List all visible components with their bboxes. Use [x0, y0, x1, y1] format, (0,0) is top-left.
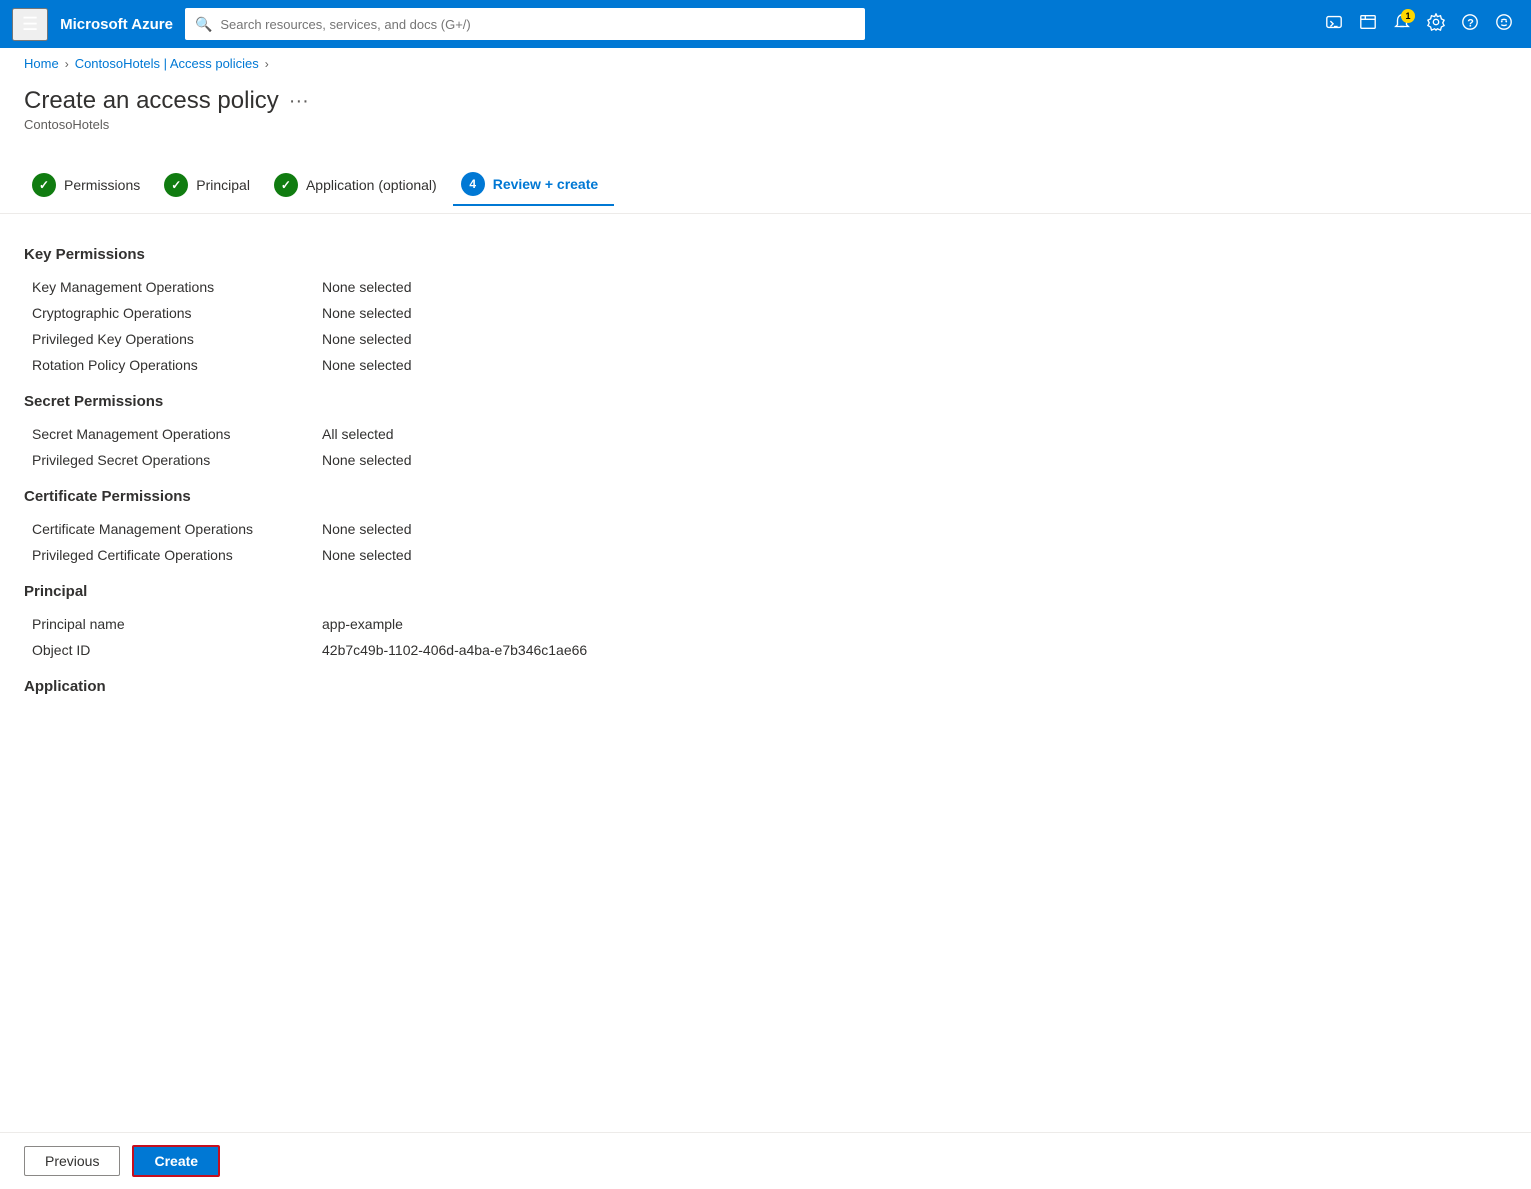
application-section: Application: [24, 678, 1507, 695]
application-title: Application: [24, 678, 1507, 695]
secret-mgmt-label: Secret Management Operations: [32, 426, 322, 442]
principal-name-value: app-example: [322, 616, 403, 632]
page-options-button[interactable]: ···: [289, 90, 309, 113]
hamburger-menu-button[interactable]: ☰: [12, 8, 48, 41]
main-content: Key Permissions Key Management Operation…: [0, 214, 1531, 795]
page-header: Create an access policy ··· ContosoHotel…: [0, 79, 1531, 148]
page-subtitle: ContosoHotels: [24, 117, 1507, 132]
key-permissions-title: Key Permissions: [24, 246, 1507, 263]
wizard-step-principal[interactable]: ✓ Principal: [156, 165, 266, 205]
table-row: Key Management Operations None selected: [24, 279, 1507, 295]
step-label-principal: Principal: [196, 177, 250, 193]
principal-title: Principal: [24, 583, 1507, 600]
step-icon-review: 4: [461, 172, 485, 196]
secret-mgmt-value: All selected: [322, 426, 394, 442]
breadcrumb: Home › ContosoHotels | Access policies ›: [0, 48, 1531, 79]
object-id-label: Object ID: [32, 642, 322, 658]
help-button[interactable]: ?: [1455, 7, 1485, 42]
step-icon-application: ✓: [274, 173, 298, 197]
priv-secret-label: Privileged Secret Operations: [32, 452, 322, 468]
priv-secret-value: None selected: [322, 452, 412, 468]
table-row: Cryptographic Operations None selected: [24, 305, 1507, 321]
cert-mgmt-value: None selected: [322, 521, 412, 537]
step-label-application: Application (optional): [306, 177, 437, 193]
previous-button[interactable]: Previous: [24, 1146, 120, 1176]
top-navigation: ☰ Microsoft Azure 🔍 1 ?: [0, 0, 1531, 48]
wizard-steps: ✓ Permissions ✓ Principal ✓ Application …: [0, 148, 1531, 214]
certificate-permissions-title: Certificate Permissions: [24, 488, 1507, 505]
secret-permissions-title: Secret Permissions: [24, 393, 1507, 410]
key-mgmt-value: None selected: [322, 279, 412, 295]
page-title: Create an access policy: [24, 87, 279, 115]
key-permissions-section: Key Permissions Key Management Operation…: [24, 246, 1507, 373]
table-row: Secret Management Operations All selecte…: [24, 426, 1507, 442]
key-mgmt-label: Key Management Operations: [32, 279, 322, 295]
wizard-step-review[interactable]: 4 Review + create: [453, 164, 614, 206]
table-row: Privileged Secret Operations None select…: [24, 452, 1507, 468]
settings-button[interactable]: [1421, 7, 1451, 42]
object-id-value: 42b7c49b-1102-406d-a4ba-e7b346c1ae66: [322, 642, 587, 658]
cloud-shell-button[interactable]: [1319, 7, 1349, 42]
certificate-permissions-section: Certificate Permissions Certificate Mana…: [24, 488, 1507, 563]
notifications-button[interactable]: 1: [1387, 7, 1417, 42]
wizard-step-permissions[interactable]: ✓ Permissions: [24, 165, 156, 205]
table-row: Object ID 42b7c49b-1102-406d-a4ba-e7b346…: [24, 642, 1507, 658]
priv-key-value: None selected: [322, 331, 412, 347]
secret-permissions-section: Secret Permissions Secret Management Ope…: [24, 393, 1507, 468]
priv-key-label: Privileged Key Operations: [32, 331, 322, 347]
breadcrumb-parent[interactable]: ContosoHotels | Access policies: [75, 56, 259, 71]
breadcrumb-separator-2: ›: [265, 57, 269, 71]
feedback-button[interactable]: [1489, 7, 1519, 42]
step-icon-principal: ✓: [164, 173, 188, 197]
step-icon-permissions: ✓: [32, 173, 56, 197]
breadcrumb-home[interactable]: Home: [24, 56, 59, 71]
search-input[interactable]: [220, 17, 855, 32]
app-title: Microsoft Azure: [60, 16, 173, 33]
principal-section: Principal Principal name app-example Obj…: [24, 583, 1507, 658]
breadcrumb-separator-1: ›: [65, 57, 69, 71]
table-row: Privileged Key Operations None selected: [24, 331, 1507, 347]
rotation-value: None selected: [322, 357, 412, 373]
cert-mgmt-label: Certificate Management Operations: [32, 521, 322, 537]
table-row: Privileged Certificate Operations None s…: [24, 547, 1507, 563]
step-label-permissions: Permissions: [64, 177, 140, 193]
search-icon: 🔍: [195, 16, 212, 33]
priv-cert-label: Privileged Certificate Operations: [32, 547, 322, 563]
rotation-label: Rotation Policy Operations: [32, 357, 322, 373]
step-label-review: Review + create: [493, 176, 598, 192]
footer: Previous Create: [0, 1132, 1531, 1189]
nav-icon-group: 1 ?: [1319, 7, 1519, 42]
create-button[interactable]: Create: [132, 1145, 220, 1177]
priv-cert-value: None selected: [322, 547, 412, 563]
portal-settings-button[interactable]: [1353, 7, 1383, 42]
svg-text:?: ?: [1467, 17, 1474, 29]
search-bar[interactable]: 🔍: [185, 8, 865, 40]
table-row: Principal name app-example: [24, 616, 1507, 632]
notification-count: 1: [1401, 9, 1415, 23]
crypto-ops-label: Cryptographic Operations: [32, 305, 322, 321]
table-row: Rotation Policy Operations None selected: [24, 357, 1507, 373]
crypto-ops-value: None selected: [322, 305, 412, 321]
wizard-step-application[interactable]: ✓ Application (optional): [266, 165, 453, 205]
principal-name-label: Principal name: [32, 616, 322, 632]
table-row: Certificate Management Operations None s…: [24, 521, 1507, 537]
